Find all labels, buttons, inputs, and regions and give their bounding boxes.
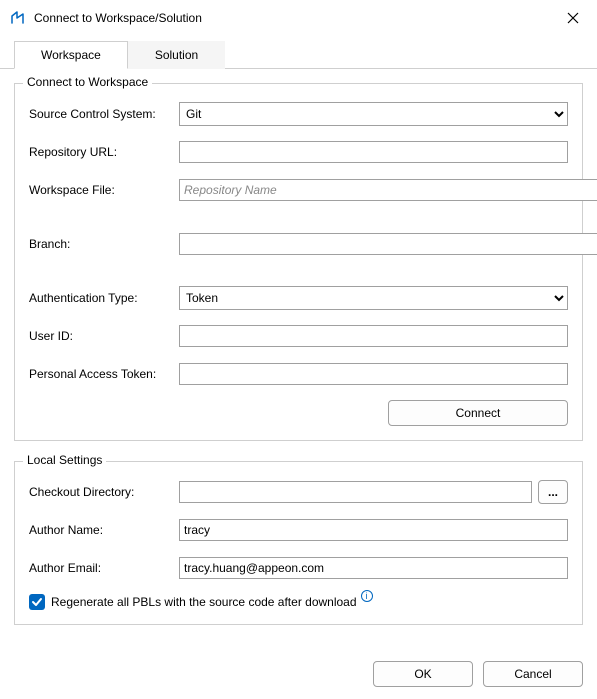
author-name-label: Author Name: [29,523,179,537]
user-id-label: User ID: [29,329,179,343]
app-icon [10,10,26,26]
group-connect-legend: Connect to Workspace [23,75,152,89]
tab-workspace[interactable]: Workspace [14,41,128,69]
info-icon[interactable]: i [361,590,373,602]
footer: OK Cancel [0,655,597,699]
cancel-button[interactable]: Cancel [483,661,583,687]
branch-input[interactable] [179,233,597,255]
content-area: Connect to Workspace Source Control Syst… [0,69,597,655]
pat-label: Personal Access Token: [29,367,179,381]
regen-label: Regenerate all PBLs with the source code… [51,595,357,609]
group-local: Local Settings Checkout Directory: ... A… [14,461,583,625]
scs-select[interactable]: Git [179,102,568,126]
group-local-legend: Local Settings [23,453,106,467]
browse-button[interactable]: ... [538,480,568,504]
author-name-input[interactable] [179,519,568,541]
tab-strip: Workspace Solution [0,34,597,69]
pat-input[interactable] [179,363,568,385]
auth-type-label: Authentication Type: [29,291,179,305]
ws-file-input[interactable] [179,179,597,201]
connect-button[interactable]: Connect [388,400,568,426]
regen-checkbox[interactable] [29,594,45,610]
repo-url-input[interactable] [179,141,568,163]
checkout-label: Checkout Directory: [29,485,179,499]
repo-url-label: Repository URL: [29,145,179,159]
title-bar: Connect to Workspace/Solution [0,0,597,34]
tab-solution[interactable]: Solution [128,41,225,69]
user-id-input[interactable] [179,325,568,347]
auth-type-select[interactable]: Token [179,286,568,310]
scs-label: Source Control System: [29,107,179,121]
ws-file-label: Workspace File: [29,183,179,197]
branch-label: Branch: [29,237,179,251]
author-email-label: Author Email: [29,561,179,575]
author-email-input[interactable] [179,557,568,579]
ok-button[interactable]: OK [373,661,473,687]
window-title: Connect to Workspace/Solution [34,11,561,25]
checkout-input[interactable] [179,481,532,503]
group-connect: Connect to Workspace Source Control Syst… [14,83,583,441]
close-button[interactable] [561,6,585,30]
